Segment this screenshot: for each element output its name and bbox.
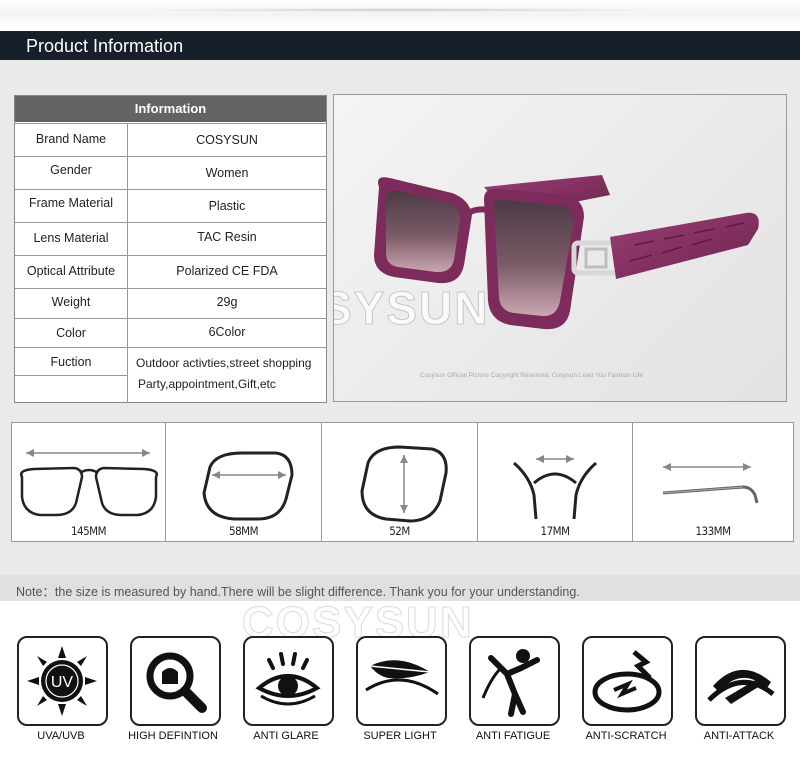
- bridge-width-icon: [513, 455, 597, 520]
- size-label: 17MM: [540, 524, 570, 538]
- shield-attack-icon: [707, 669, 775, 704]
- size-cell-temple-length: 133MM: [633, 423, 793, 541]
- size-cell-lens-height: 52M: [322, 423, 478, 541]
- info-value: TAC Resin: [197, 230, 257, 244]
- feature-label: ANTI-ATTACK: [703, 730, 775, 742]
- feature-anti-fatigue: [469, 636, 560, 726]
- info-row-brand: Brand Name COSYSUN: [15, 123, 326, 156]
- uv-badge: UV: [51, 674, 74, 691]
- feature-anti-scratch: [582, 636, 673, 726]
- product-photo: COSYSUN Cosysun Official Picture Copyrig…: [333, 94, 787, 402]
- info-row-color: Color 6Color: [15, 318, 326, 347]
- info-row-weight: Weight 29g: [15, 288, 326, 318]
- info-key: Lens Material: [33, 231, 109, 245]
- frame-width-icon: [20, 449, 158, 517]
- size-label: 145MM: [70, 524, 107, 538]
- photo-copyright: Cosysun Official Picture Copyright Reser…: [420, 372, 644, 379]
- info-value: COSYSUN: [196, 133, 258, 147]
- size-cell-bridge-width: 17MM: [478, 423, 633, 541]
- lens-height-icon: [360, 445, 448, 523]
- info-key: Fuction: [50, 355, 92, 369]
- size-label: 52M: [389, 524, 410, 538]
- info-row-gender: Gender Women: [15, 156, 326, 189]
- feather-icon: [365, 660, 439, 696]
- info-value: Polarized CE FDA: [176, 264, 278, 278]
- scratch-icon: [592, 650, 662, 713]
- feature-anti-glare: [243, 636, 334, 726]
- uv-sun-icon: UV: [27, 646, 97, 716]
- feature-anti-attack: [695, 636, 786, 726]
- feature-label: ANTI-SCRATCH: [585, 730, 667, 742]
- info-table-heading: Information: [15, 96, 326, 122]
- fatigue-icon: [481, 649, 540, 717]
- size-cell-frame-width: 145MM: [12, 423, 166, 541]
- feature-super-light: [356, 636, 447, 726]
- feature-label: ANTI GLARE: [253, 730, 319, 742]
- feature-label: SUPER LIGHT: [363, 730, 437, 742]
- info-value-line2: Party,appointment,Gift,etc: [138, 377, 276, 391]
- info-key: Weight: [51, 295, 91, 309]
- info-value-line1: Outdoor activties,street shopping: [136, 356, 312, 370]
- magnifier-icon: [146, 652, 207, 713]
- size-cell-lens-width: 58MM: [166, 423, 322, 541]
- feature-high-definition: [130, 636, 221, 726]
- info-row-lens-material: Lens Material TAC Resin: [15, 222, 326, 255]
- info-table: Information Brand Name COSYSUN Gender Wo…: [14, 95, 327, 403]
- section-header: Product Information: [0, 31, 800, 60]
- info-row-optical: Optical Attribute Polarized CE FDA: [15, 255, 326, 288]
- info-key: Optical Attribute: [26, 264, 116, 278]
- info-value: 29g: [216, 295, 238, 309]
- info-key: Frame Material: [28, 196, 114, 210]
- size-label: 58MM: [228, 524, 259, 538]
- feature-label: HIGH DEFINTION: [128, 730, 218, 742]
- feature-label: ANTI FATIGUE: [475, 730, 551, 742]
- info-row-function: Fuction Outdoor activties,street shoppin…: [15, 347, 326, 403]
- info-key: Gender: [50, 163, 92, 177]
- temple-length-icon: [662, 463, 759, 504]
- info-value: Women: [205, 166, 249, 180]
- info-key: Color: [56, 326, 86, 340]
- watermark: COSYSUN: [334, 282, 490, 335]
- feature-uva-uvb: UV: [17, 636, 108, 726]
- info-key: Brand Name: [35, 132, 107, 146]
- size-diagram-row: 145MM 58MM 52M 17MM 133MM: [11, 422, 794, 542]
- sunglasses-image: [374, 175, 759, 330]
- info-value: Plastic: [208, 199, 246, 213]
- size-label: 133MM: [695, 524, 731, 538]
- eye-icon: [255, 652, 321, 706]
- lens-width-icon: [202, 451, 294, 521]
- top-shadow-decoration: [0, 0, 800, 24]
- info-value: 6Color: [208, 325, 246, 339]
- section-title: Product Information: [26, 36, 184, 56]
- info-row-frame-material: Frame Material Plastic: [15, 189, 326, 222]
